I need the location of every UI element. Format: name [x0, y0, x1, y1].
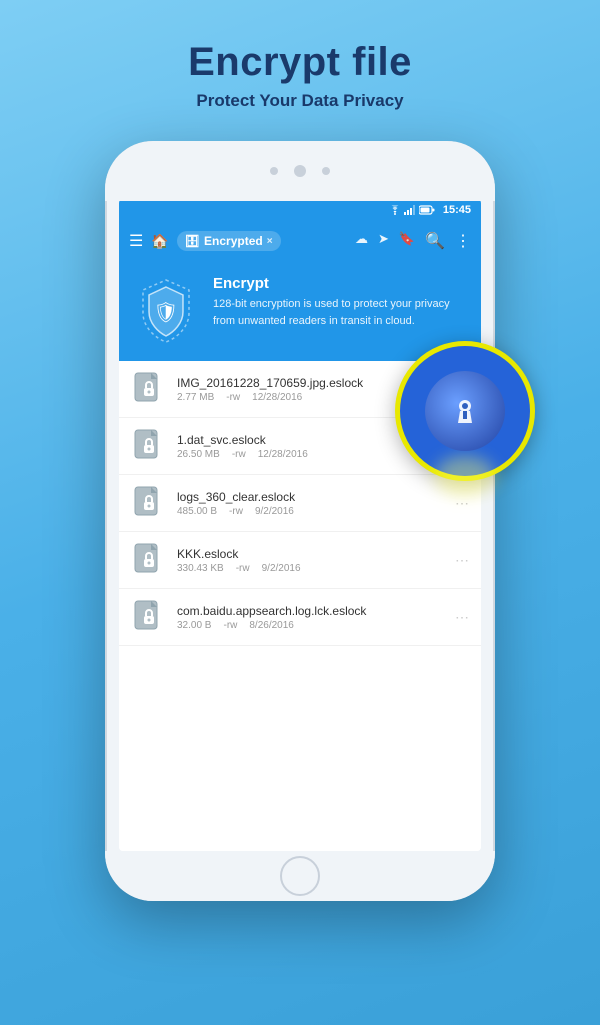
top-section: Encrypt file Protect Your Data Privacy: [188, 0, 412, 131]
bookmark-icon[interactable]: 🔖: [399, 231, 415, 251]
file-date: 9/2/2016: [255, 506, 294, 517]
file-size: 485.00 B: [177, 506, 217, 517]
nav-right-icons: ☁ ➤ 🔖 🔍 ⋮: [355, 231, 471, 251]
file-perm: -rw: [229, 506, 243, 517]
file-date: 8/26/2016: [249, 620, 294, 631]
send-icon[interactable]: ➤: [378, 231, 389, 251]
phone-top-bar: [105, 141, 495, 201]
nav-tab-label: Encrypted: [204, 234, 263, 248]
wifi-icon: [389, 205, 401, 215]
file-perm: -rw: [223, 620, 237, 631]
banner-text: Encrypt 128-bit encryption is used to pr…: [213, 275, 469, 329]
file-meta: 26.50 MB -rw 12/28/2016: [177, 449, 445, 460]
shield-svg: 🛡: [131, 275, 201, 345]
signal-icon: [404, 205, 416, 215]
file-size: 330.43 KB: [177, 563, 224, 574]
nav-tab[interactable]: 🗄 Encrypted ×: [177, 231, 281, 251]
file-item-4[interactable]: com.baidu.appsearch.log.lck.eslock 32.00…: [119, 589, 481, 646]
file-more-icon[interactable]: ⋯: [455, 552, 469, 569]
nav-bar: ☰ 🏠 🗄 Encrypted × ☁ ➤ 🔖 🔍 ⋮: [119, 221, 481, 261]
battery-icon: [419, 205, 435, 215]
lock-inner: [425, 371, 505, 451]
file-item-3[interactable]: KKK.eslock 330.43 KB -rw 9/2/2016 ⋯: [119, 532, 481, 589]
hamburger-icon[interactable]: ☰: [129, 231, 143, 251]
search-icon[interactable]: 🔍: [425, 231, 445, 251]
tab-close-icon[interactable]: ×: [267, 236, 273, 247]
phone-speaker-2: [322, 167, 330, 175]
file-meta: 330.43 KB -rw 9/2/2016: [177, 563, 445, 574]
file-perm: -rw: [232, 449, 246, 460]
file-info: KKK.eslock 330.43 KB -rw 9/2/2016: [177, 547, 445, 574]
file-perm: -rw: [236, 563, 250, 574]
file-perm: -rw: [226, 392, 240, 403]
file-name: KKK.eslock: [177, 547, 445, 561]
phone-mockup: 15:45 ☰ 🏠 🗄 Encrypted × ☁ ➤ 🔖 🔍 ⋮: [105, 141, 495, 901]
page-title: Encrypt file: [188, 40, 412, 85]
status-icons: [389, 205, 435, 215]
more-icon[interactable]: ⋮: [455, 231, 471, 251]
file-date: 12/28/2016: [252, 392, 302, 403]
phone-screen: 15:45 ☰ 🏠 🗄 Encrypted × ☁ ➤ 🔖 🔍 ⋮: [119, 199, 481, 851]
file-meta: 485.00 B -rw 9/2/2016: [177, 506, 445, 517]
status-time: 15:45: [443, 204, 471, 216]
status-bar: 15:45: [119, 199, 481, 221]
file-meta: 32.00 B -rw 8/26/2016: [177, 620, 445, 631]
banner-description: 128-bit encryption is used to protect yo…: [213, 296, 469, 329]
svg-text:🛡: 🛡: [153, 302, 178, 324]
home-icon[interactable]: 🏠: [151, 233, 168, 250]
file-date: 9/2/2016: [262, 563, 301, 574]
file-info: logs_360_clear.eslock 485.00 B -rw 9/2/2…: [177, 490, 445, 517]
file-more-icon[interactable]: ⋯: [455, 495, 469, 512]
phone-bottom: [105, 851, 495, 901]
file-item-2[interactable]: logs_360_clear.eslock 485.00 B -rw 9/2/2…: [119, 475, 481, 532]
phone-body: 15:45 ☰ 🏠 🗄 Encrypted × ☁ ➤ 🔖 🔍 ⋮: [105, 141, 495, 901]
banner-title: Encrypt: [213, 275, 469, 292]
file-size: 32.00 B: [177, 620, 211, 631]
file-size: 26.50 MB: [177, 449, 220, 460]
page-subtitle: Protect Your Data Privacy: [188, 91, 412, 111]
file-name: logs_360_clear.eslock: [177, 490, 445, 504]
lock-overlay: [395, 341, 535, 481]
phone-speaker: [270, 167, 278, 175]
file-date: 12/28/2016: [258, 449, 308, 460]
file-info: com.baidu.appsearch.log.lck.eslock 32.00…: [177, 604, 445, 631]
phone-camera: [294, 165, 306, 177]
file-more-icon[interactable]: ⋯: [455, 609, 469, 626]
file-size: 2.77 MB: [177, 392, 214, 403]
file-lock-icon: [131, 371, 167, 407]
encrypt-banner: 🛡 Encrypt 128-bit encryption is used to …: [119, 261, 481, 361]
cloud-icon[interactable]: ☁: [355, 231, 368, 251]
file-lock-icon: [131, 599, 167, 635]
keyhole-icon: [443, 389, 487, 433]
file-lock-icon: [131, 428, 167, 464]
file-lock-icon: [131, 485, 167, 521]
home-button[interactable]: [280, 856, 320, 896]
file-name: com.baidu.appsearch.log.lck.eslock: [177, 604, 445, 618]
file-lock-icon: [131, 542, 167, 578]
glow-effect: [435, 456, 495, 496]
shield-icon-wrap: 🛡: [131, 275, 201, 345]
tab-db-icon: 🗄: [185, 234, 200, 248]
